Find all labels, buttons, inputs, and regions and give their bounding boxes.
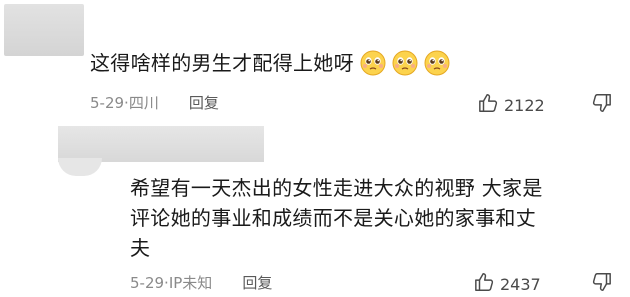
dislike-button[interactable] — [590, 92, 612, 118]
comment-meta: 5-29 · IP未知 回复 — [130, 272, 272, 293]
comment-line: 评论她的事业和成绩而不是关心她的家事和丈 — [130, 206, 536, 230]
comment-date: 5-29 — [130, 273, 165, 292]
comment-location: IP未知 — [168, 274, 213, 292]
pleading-face-icon — [392, 50, 418, 76]
comment-body: 这得啥样的男生才配得上她呀 — [90, 51, 354, 75]
thumbs-up-icon — [478, 92, 500, 118]
comment-line: 希望有一天杰出的女性走进大众的视野 大家是 — [130, 176, 543, 200]
comment-date: 5-29 — [90, 93, 125, 112]
comment-line: 夫 — [130, 236, 151, 260]
like-count: 2437 — [500, 274, 541, 294]
comment-text: 这得啥样的男生才配得上她呀 — [90, 48, 450, 78]
dislike-button[interactable] — [590, 271, 612, 297]
thumbs-down-icon — [590, 273, 612, 297]
comment-location: 四川 — [128, 94, 159, 112]
thumbs-up-icon — [474, 271, 496, 297]
avatar[interactable] — [58, 126, 264, 162]
reply-button[interactable]: 回复 — [189, 92, 219, 113]
like-button[interactable]: 2122 — [478, 92, 545, 118]
thumbs-down-icon — [590, 94, 612, 118]
pleading-face-icon — [360, 50, 386, 76]
comment-text: 希望有一天杰出的女性走进大众的视野 大家是 评论她的事业和成绩而不是关心她的家事… — [130, 173, 612, 263]
like-button[interactable]: 2437 — [474, 271, 541, 297]
pleading-face-icon — [424, 50, 450, 76]
avatar-edge — [58, 158, 102, 176]
comment-meta: 5-29 · 四川 回复 — [90, 92, 219, 113]
reply-button[interactable]: 回复 — [242, 272, 272, 293]
avatar[interactable] — [4, 4, 84, 56]
like-count: 2122 — [504, 95, 545, 115]
